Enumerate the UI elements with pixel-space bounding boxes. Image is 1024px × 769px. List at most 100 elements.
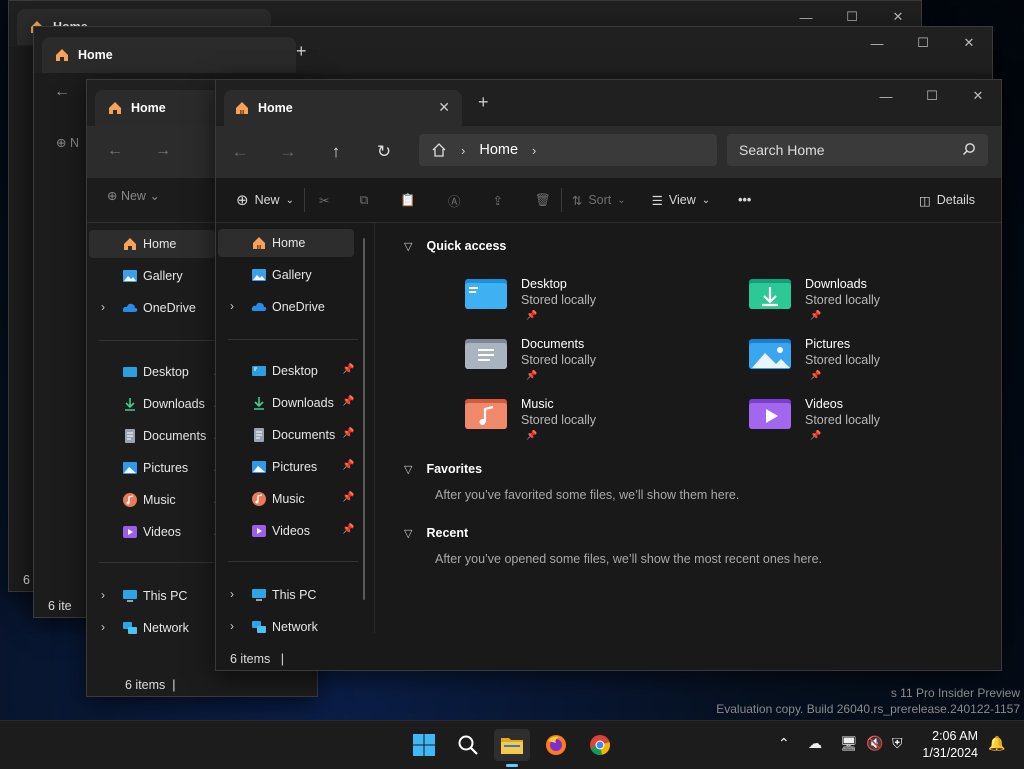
background-sidebar-desktop[interactable]: Desktop📌 <box>89 358 225 386</box>
pin-icon[interactable]: 📌 <box>342 396 354 407</box>
chevron-down-icon[interactable]: ▽ <box>404 240 412 253</box>
cut-icon[interactable]: ✂ <box>319 193 329 208</box>
refresh-icon[interactable]: ↻ <box>360 142 408 162</box>
background-sidebar-documents[interactable]: Documents📌 <box>89 422 225 450</box>
search-input[interactable]: Search Home <box>727 134 988 166</box>
sidebar-item-this-pc[interactable]: › This PC <box>218 581 354 609</box>
pin-icon: 📌 <box>526 310 538 320</box>
chevron-right-icon[interactable]: › <box>101 300 105 314</box>
pin-icon[interactable]: 📌 <box>342 524 354 535</box>
sidebar-item-downloads[interactable]: Downloads 📌 <box>218 389 354 417</box>
sidebar-item-onedrive[interactable]: › OneDrive <box>218 293 354 321</box>
favorites-header[interactable]: ▽ Favorites <box>404 462 482 476</box>
sidebar-item-videos[interactable]: Videos 📌 <box>218 517 354 545</box>
pin-icon[interactable]: 📌 <box>342 428 354 439</box>
up-icon[interactable]: ↑ <box>312 142 360 162</box>
chevron-down-icon[interactable]: ▽ <box>404 463 412 476</box>
more-options-button[interactable]: ••• <box>738 193 751 207</box>
minimize-button[interactable]: — <box>863 80 909 112</box>
details-button[interactable]: ◫ Details <box>919 193 975 208</box>
close-button[interactable]: ✕ <box>955 80 1001 112</box>
chevron-right-icon[interactable]: › <box>532 143 536 158</box>
sidebar-item-gallery[interactable]: Gallery <box>218 261 354 289</box>
pictures-icon <box>252 461 266 473</box>
back-icon[interactable]: ← <box>54 83 70 101</box>
sort-button[interactable]: ⇅ Sort ⌄ <box>572 193 626 208</box>
background-tab-2[interactable]: Home <box>42 37 296 73</box>
clock-time: 2:06 AM <box>932 729 978 743</box>
home-outline-icon[interactable] <box>431 142 447 158</box>
share-icon[interactable]: ⇪ <box>493 193 503 208</box>
maximize-button[interactable]: ☐ <box>909 80 955 112</box>
sidebar-divider <box>228 339 358 340</box>
chevron-right-icon[interactable]: › <box>461 143 465 158</box>
pin-icon[interactable]: 📌 <box>342 492 354 503</box>
background-new-button[interactable]: ⊕ New ⌄ <box>107 188 160 203</box>
background-sidebar-downloads[interactable]: Downloads📌 <box>89 390 225 418</box>
quick-access-item-videos[interactable]: Videos Stored locally 📌 <box>748 395 978 447</box>
background-sidebar-videos[interactable]: Videos📌 <box>89 518 225 546</box>
close-tab-icon[interactable]: ✕ <box>438 99 450 116</box>
sidebar-item-home[interactable]: Home <box>218 229 354 257</box>
rename-icon[interactable]: Ⓐ <box>448 191 461 210</box>
network-monitor-icon[interactable]: 🖥 <box>840 735 858 752</box>
copy-icon[interactable]: ⧉ <box>359 193 368 208</box>
chevron-right-icon[interactable]: › <box>101 620 105 634</box>
chevron-right-icon[interactable]: › <box>230 619 234 633</box>
quick-access-item-desktop[interactable]: Desktop Stored locally 📌 <box>464 275 694 327</box>
sidebar-item-pictures[interactable]: Pictures 📌 <box>218 453 354 481</box>
quick-access-header[interactable]: ▽ Quick access <box>404 239 506 253</box>
volume-muted-icon[interactable]: 🔇 <box>866 735 883 752</box>
taskbar-file-explorer[interactable] <box>494 729 530 767</box>
background-new-button[interactable]: ⊕ N <box>56 135 79 150</box>
cloud-offline-icon[interactable]: ☁ <box>808 735 822 752</box>
sidebar-item-desktop[interactable]: Desktop 📌 <box>218 357 354 385</box>
chevron-down-icon[interactable]: ▽ <box>404 527 412 540</box>
background-window-controls[interactable]: — ☐ ✕ <box>854 27 992 59</box>
forward-icon[interactable]: → <box>264 142 312 162</box>
background-sidebar-network[interactable]: › Network <box>89 614 225 642</box>
quick-access-item-downloads[interactable]: Downloads Stored locally 📌 <box>748 275 978 327</box>
breadcrumb-home[interactable]: Home <box>479 142 518 158</box>
pin-icon[interactable]: 📌 <box>342 364 354 375</box>
delete-icon[interactable]: 🗑 <box>535 193 551 208</box>
firefox-icon <box>546 735 566 755</box>
quick-access-item-music[interactable]: Music Stored locally 📌 <box>464 395 694 447</box>
new-tab-button[interactable]: + <box>296 41 307 62</box>
security-shield-icon[interactable]: ⛨ <box>892 735 903 752</box>
paste-icon[interactable]: 📋 <box>400 193 416 208</box>
sidebar-item-network[interactable]: › Network <box>218 613 354 641</box>
quick-access-item-pictures[interactable]: Pictures Stored locally 📌 <box>748 335 978 387</box>
sidebar-item-documents[interactable]: Documents 📌 <box>218 421 354 449</box>
start-button[interactable] <box>406 729 442 761</box>
taskbar-chrome[interactable] <box>582 729 618 761</box>
background-sidebar-music[interactable]: Music📌 <box>89 486 225 514</box>
new-tab-button[interactable]: + <box>478 92 489 113</box>
background-sidebar-this-pc[interactable]: › This PC <box>89 582 225 610</box>
background-tab-title: Home <box>78 48 113 62</box>
new-button[interactable]: ⊕ New ⌄ <box>236 191 294 209</box>
back-icon[interactable]: ← <box>216 142 264 162</box>
background-sidebar-onedrive[interactable]: › OneDrive <box>89 294 225 322</box>
system-clock[interactable]: 2:06 AM 1/31/2024 <box>922 728 978 762</box>
address-bar[interactable]: › Home › <box>419 134 717 166</box>
taskbar-search-button[interactable] <box>450 729 486 761</box>
quick-access-item-documents[interactable]: Documents Stored locally 📌 <box>464 335 694 387</box>
pin-icon[interactable]: 📌 <box>342 460 354 471</box>
chevron-up-icon[interactable]: ⌃ <box>778 735 790 752</box>
chevron-right-icon[interactable]: › <box>230 299 234 313</box>
back-icon[interactable]: ← <box>107 142 123 160</box>
sidebar-scrollbar[interactable] <box>363 238 365 600</box>
sidebar-item-music[interactable]: Music 📌 <box>218 485 354 513</box>
background-sidebar-pictures[interactable]: Pictures📌 <box>89 454 225 482</box>
chevron-right-icon[interactable]: › <box>230 587 234 601</box>
background-sidebar-gallery[interactable]: Gallery <box>89 262 225 290</box>
taskbar-firefox[interactable] <box>538 729 574 761</box>
view-button[interactable]: ☰ View ⌄ <box>652 193 710 208</box>
notification-bell-icon[interactable]: 🔔 <box>988 735 1005 752</box>
chevron-right-icon[interactable]: › <box>101 588 105 602</box>
recent-header[interactable]: ▽ Recent <box>404 526 468 540</box>
forward-icon[interactable]: → <box>155 142 171 160</box>
background-sidebar-home[interactable]: Home <box>89 230 215 258</box>
tab-home[interactable]: Home ✕ <box>224 90 462 126</box>
